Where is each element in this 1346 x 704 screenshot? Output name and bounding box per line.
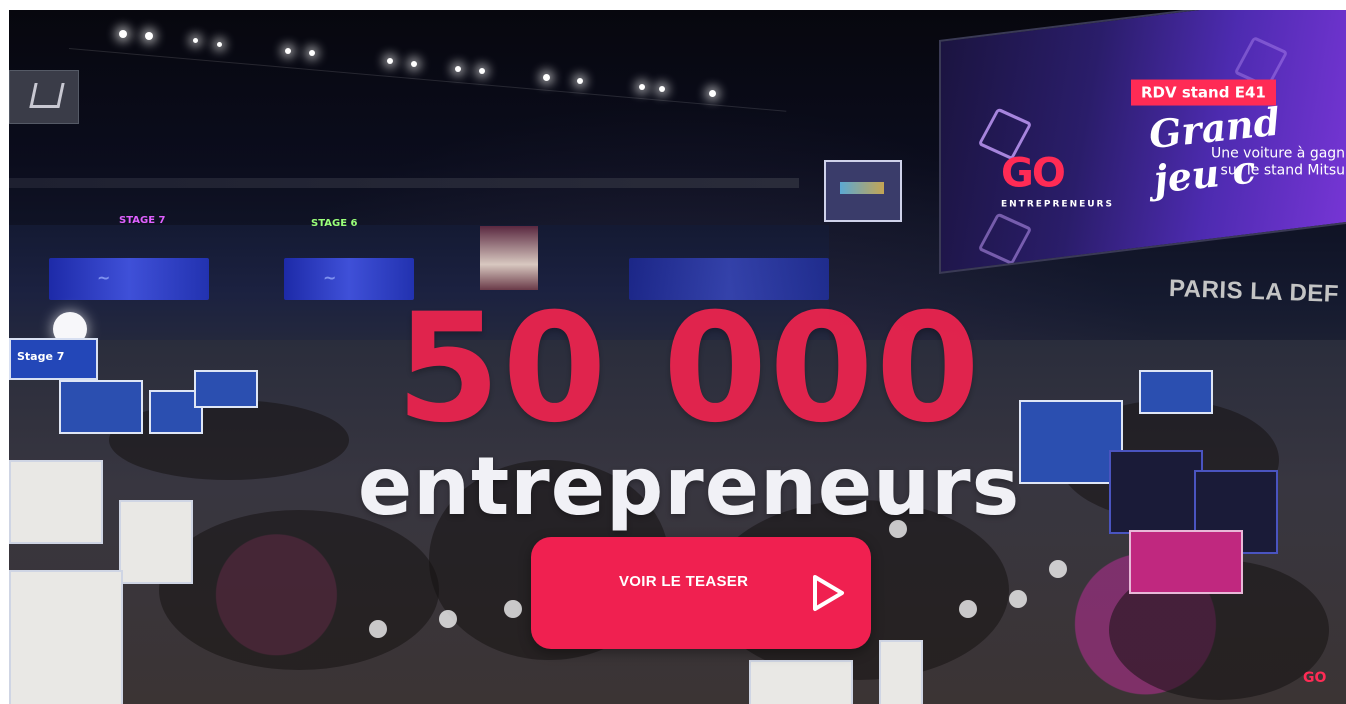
- go-entrepreneurs-watermark: GO: [1303, 670, 1327, 686]
- headline-word: entrepreneurs: [357, 440, 1021, 533]
- small-screen: [824, 160, 902, 222]
- teaser-button-label: VOIR LE TEASER: [619, 573, 749, 590]
- screen-subline: Une voiture à gagn sur le stand Mitsu: [1211, 145, 1345, 179]
- play-icon: [813, 575, 844, 611]
- stage-7-sign: STAGE 7: [119, 215, 166, 226]
- stage-6-sign: STAGE 6: [311, 218, 358, 229]
- screen-subline-2: sur le stand Mitsu: [1220, 162, 1346, 179]
- screen-subline-1: Une voiture à gagn: [1211, 145, 1346, 162]
- go-logo: GO: [1001, 150, 1064, 197]
- sponsor-banner: [9, 70, 79, 124]
- headline-number: 50 000: [395, 282, 983, 456]
- giant-screen: GO ENTREPRENEURS RDV stand E41 Grand jeu…: [939, 10, 1346, 275]
- stage-7-booth-label: Stage 7: [17, 350, 65, 363]
- arena-rim: [9, 178, 799, 188]
- ceiling-lights: [99, 28, 739, 118]
- speaker-screen: [480, 226, 538, 290]
- stage-7-screen: ~: [49, 258, 209, 300]
- venue-sign: PARIS LA DEF: [1168, 275, 1340, 308]
- stage-7-booth: Stage 7: [9, 338, 98, 380]
- go-logo-subtitle: ENTREPRENEURS: [1001, 199, 1114, 210]
- watch-teaser-button[interactable]: VOIR LE TEASER: [531, 537, 871, 649]
